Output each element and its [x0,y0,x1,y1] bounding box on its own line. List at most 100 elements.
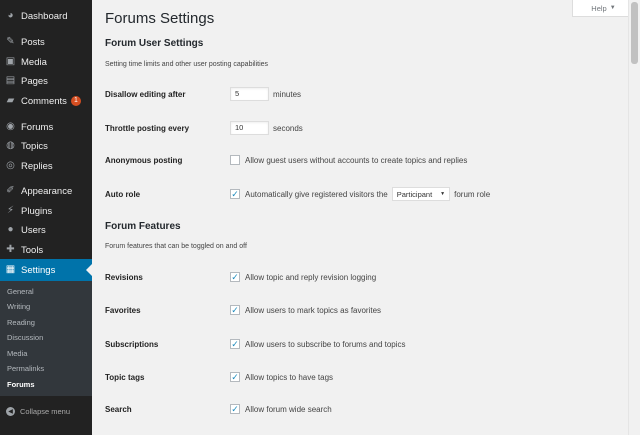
topics-icon: ◍ [6,140,15,151]
search-checkbox[interactable]: ✓ [230,404,240,414]
sidebar-item-label: Media [21,56,47,68]
sidebar-item-comments[interactable]: ▰ Comments 1 [0,90,92,112]
submenu-item-permalinks[interactable]: Permalinks [7,364,44,373]
label-anonymous-posting: Anonymous posting [105,156,183,165]
topic-tags-text: Allow topics to have tags [245,372,334,382]
submenu-item-writing[interactable]: Writing [7,302,30,311]
user-icon: ● [7,224,14,235]
settings-submenu: General Writing Reading Discussion Media… [0,281,92,396]
sidebar-item-label: Topics [21,140,48,152]
sidebar-item-dashboard[interactable]: ◕ Dashboard [0,5,92,27]
sidebar-item-label: Appearance [21,185,73,197]
media-icon: ▣ [5,56,16,67]
sidebar-item-appearance[interactable]: ✐ Appearance [0,180,92,202]
page-scrollbar[interactable] [628,0,640,435]
wrench-icon: ✚ [6,244,15,255]
sidebar-item-label: Pages [21,75,48,87]
sidebar-item-label: Users [21,224,46,236]
replies-icon: ◎ [6,160,15,171]
sidebar-item-label: Tools [21,244,44,256]
sidebar-item-label: Dashboard [21,10,68,22]
anonymous-posting-text: Allow guest users without accounts to cr… [245,155,468,165]
sidebar-item-label: Settings [21,264,56,276]
revisions-checkbox[interactable]: ✓ [230,272,240,282]
collapse-menu-label: Collapse menu [20,406,71,416]
field-throttle-posting: 10 seconds [230,121,303,135]
brush-icon: ✐ [6,185,15,196]
sidebar-item-label: Posts [21,36,45,48]
forums-icon: ◉ [6,121,15,132]
main-content: Help ▼ Forums Settings Forum User Settin… [92,0,635,435]
page-title: Forums Settings [105,10,215,27]
collapse-arrow-icon: ◀ [6,406,15,416]
section-description: Forum features that can be toggled on an… [105,243,247,250]
sidebar-item-posts[interactable]: ✎ Posts [0,31,92,53]
favorites-text: Allow users to mark topics as favorites [245,305,382,315]
label-favorites: Favorites [105,306,141,315]
submenu-item-media[interactable]: Media [7,349,27,358]
auto-role-checkbox[interactable]: ✓ [230,189,240,199]
sidebar-item-settings[interactable]: ▦ Settings [0,259,92,281]
settings-icon: ▦ [5,264,16,275]
caret-down-icon: ▼ [440,191,446,197]
scrollbar-thumb[interactable] [631,2,638,64]
label-topic-tags: Topic tags [105,373,145,382]
throttle-posting-unit: seconds [273,123,303,133]
label-subscriptions: Subscriptions [105,340,159,349]
label-throttle-posting: Throttle posting every [105,124,190,133]
field-search: ✓ Allow forum wide search [230,404,332,414]
section-title-user-settings: Forum User Settings [105,38,204,49]
label-auto-role: Auto role [105,190,141,199]
auto-role-selected-value: Participant [396,189,433,199]
sidebar-item-topics[interactable]: ◍ Topics [0,135,92,157]
topic-tags-checkbox[interactable]: ✓ [230,372,240,382]
comments-count-badge: 1 [70,96,81,106]
field-disallow-editing: 5 minutes [230,87,301,101]
help-label: Help [591,3,607,13]
label-search: Search [105,405,132,414]
subscriptions-checkbox[interactable]: ✓ [230,339,240,349]
caret-down-icon: ▼ [609,5,616,11]
pin-icon: ✎ [6,36,15,47]
sidebar-item-pages[interactable]: ▤ Pages [0,70,92,92]
revisions-text: Allow topic and reply revision logging [245,272,377,282]
field-favorites: ✓ Allow users to mark topics as favorite… [230,305,381,315]
field-auto-role: ✓ Automatically give registered visitors… [230,187,490,201]
anonymous-posting-checkbox[interactable] [230,155,240,165]
field-subscriptions: ✓ Allow users to subscribe to forums and… [230,339,406,349]
submenu-item-general[interactable]: General [7,287,34,296]
comment-icon: ▰ [6,95,15,106]
auto-role-select[interactable]: Participant ▼ [391,187,451,201]
auto-role-text: Automatically give registered visitors t… [245,189,388,199]
section-description: Setting time limits and other user posti… [105,61,269,68]
disallow-editing-input[interactable]: 5 [230,87,269,101]
sidebar-item-label: Plugins [21,205,53,217]
label-revisions: Revisions [105,273,143,282]
dashboard-icon: ◕ [7,10,14,21]
sidebar-item-label: Forums [21,121,54,133]
sidebar-item-replies[interactable]: ◎ Replies [0,155,92,177]
collapse-menu-button[interactable]: ◀ Collapse menu [0,402,92,420]
pages-icon: ▤ [5,75,16,86]
sidebar-item-tools[interactable]: ✚ Tools [0,239,92,261]
label-disallow-editing: Disallow editing after [105,90,186,99]
sidebar-item-users[interactable]: ● Users [0,219,92,241]
search-text: Allow forum wide search [245,404,332,414]
disallow-editing-unit: minutes [273,89,302,99]
field-revisions: ✓ Allow topic and reply revision logging [230,272,376,282]
field-anonymous-posting: Allow guest users without accounts to cr… [230,155,467,165]
subscriptions-text: Allow users to subscribe to forums and t… [245,339,406,349]
submenu-item-reading[interactable]: Reading [7,318,35,327]
sidebar-item-label: Replies [21,160,53,172]
help-tab-button[interactable]: Help ▼ [572,0,635,17]
throttle-posting-input[interactable]: 10 [230,121,269,135]
submenu-item-forums[interactable]: Forums [7,380,35,389]
auto-role-suffix: forum role [454,189,491,199]
sidebar-item-label: Comments [21,95,67,107]
submenu-item-discussion[interactable]: Discussion [7,333,43,342]
admin-sidebar: ◕ Dashboard ✎ Posts ▣ Media ▤ Pages ▰ Co… [0,0,92,435]
favorites-checkbox[interactable]: ✓ [230,305,240,315]
field-topic-tags: ✓ Allow topics to have tags [230,372,333,382]
section-title-forum-features: Forum Features [105,221,181,232]
plugin-icon: ⚡ [6,205,15,216]
